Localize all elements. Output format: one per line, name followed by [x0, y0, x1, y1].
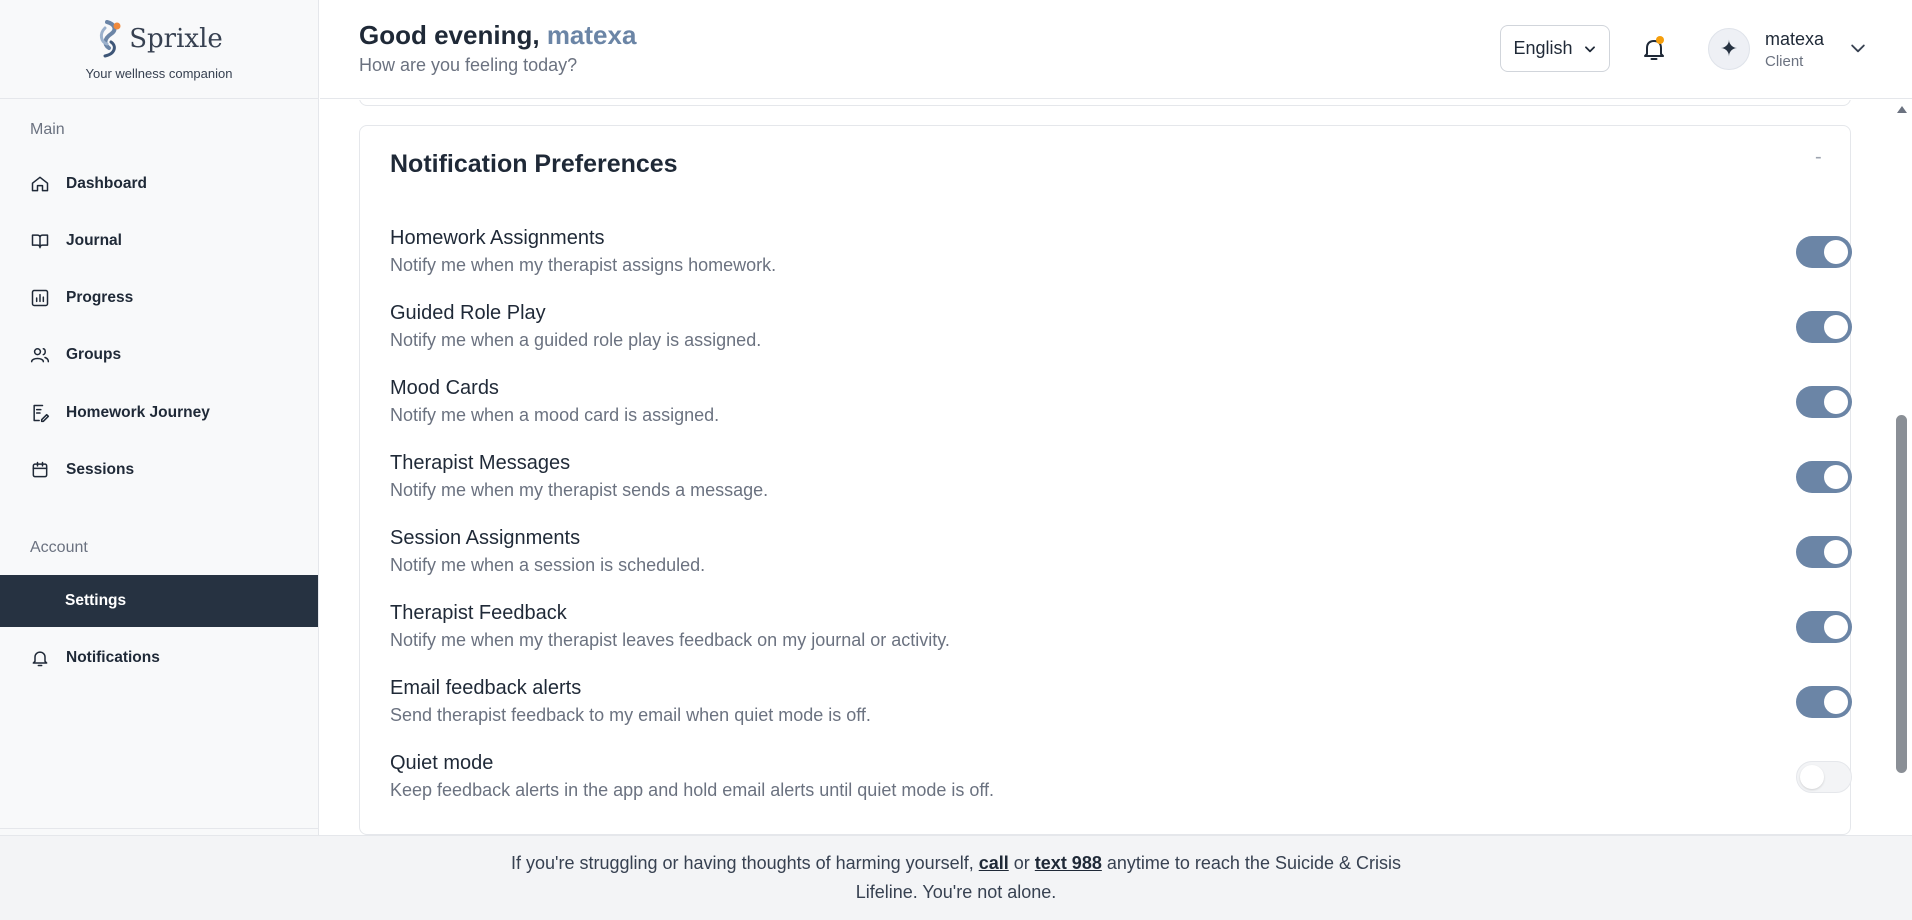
pref-description: Notify me when my therapist leaves feedb…: [390, 630, 950, 650]
pref-description: Notify me when a guided role play is ass…: [390, 330, 762, 350]
sidebar-item-label: Settings: [65, 592, 127, 609]
pref-description: Notify me when my therapist sends a mess…: [390, 480, 769, 500]
language-value: English: [1513, 38, 1573, 58]
pref-title: Session Assignments: [390, 527, 581, 549]
sidebar-item-label: Dashboard: [66, 175, 147, 192]
brand-name: Sprixle: [129, 23, 223, 54]
greeting: Good evening, matexa: [359, 20, 636, 51]
pref-description: Keep feedback alerts in the app and hold…: [390, 780, 995, 800]
pref-guided-role-play: Guided Role Play Notify me when a guided…: [390, 302, 1852, 362]
toggle-email-feedback-alerts[interactable]: [1796, 686, 1852, 718]
pref-title: Homework Assignments: [390, 227, 605, 249]
sidebar-item-label: Groups: [66, 346, 122, 363]
bell-icon: [1644, 36, 1664, 60]
chevron-down-icon: [1584, 45, 1595, 52]
pref-title: Therapist Feedback: [390, 602, 567, 624]
book-icon: [31, 234, 49, 249]
collapse-button[interactable]: -: [1815, 146, 1822, 169]
calendar-icon: [32, 461, 48, 478]
pref-description: Notify me when a session is scheduled.: [390, 555, 706, 575]
bell-icon: [32, 651, 48, 667]
brand-tagline: Your wellness companion: [85, 65, 233, 81]
pref-description: Send therapist feedback to my email when…: [390, 705, 871, 725]
greeting-prefix: Good evening,: [359, 20, 540, 50]
toggle-therapist-messages[interactable]: [1796, 461, 1852, 493]
notification-preferences-card: Notification Preferences - Homework Assi…: [359, 125, 1852, 835]
notifications-button[interactable]: [1638, 33, 1670, 65]
crisis-banner: If you're struggling or having thoughts …: [0, 835, 1912, 920]
sparkle-icon: ✦: [1719, 36, 1739, 61]
user-name[interactable]: matexa: [1765, 29, 1824, 50]
pref-email-feedback-alerts: Email feedback alerts Send therapist fee…: [390, 677, 1852, 737]
crisis-part1: If you're struggling or having thoughts …: [511, 853, 974, 873]
sidebar-item-label: Journal: [66, 232, 122, 249]
toggle-homework-assignments[interactable]: [1796, 236, 1852, 268]
sidebar-item-label: Homework Journey: [66, 404, 210, 421]
sidebar-item-settings[interactable]: Settings: [0, 575, 318, 627]
pref-title: Guided Role Play: [390, 302, 546, 324]
sidebar-item-notifications[interactable]: Notifications: [0, 632, 318, 684]
section-label-main: Main: [30, 121, 65, 138]
brand[interactable]: Sprixle Your wellness companion: [0, 0, 318, 99]
sidebar-item-label: Notifications: [66, 649, 160, 666]
pref-therapist-messages: Therapist Messages Notify me when my the…: [390, 452, 1852, 512]
sidebar-item-sessions[interactable]: Sessions: [0, 444, 318, 496]
pref-title: Therapist Messages: [390, 452, 571, 474]
section-label-account: Account: [30, 539, 88, 556]
sidebar-item-label: Sessions: [66, 461, 135, 478]
toggle-session-assignments[interactable]: [1796, 536, 1852, 568]
pref-mood-cards: Mood Cards Notify me when a mood card is…: [390, 377, 1852, 437]
sidebar-item-label: Progress: [66, 289, 134, 306]
toggle-guided-role-play[interactable]: [1796, 311, 1852, 343]
pref-homework-assignments: Homework Assignments Notify me when my t…: [390, 227, 1852, 287]
users-icon: [30, 348, 50, 363]
sidebar-item-journal[interactable]: Journal: [0, 215, 318, 267]
pref-description: Notify me when my therapist assigns home…: [390, 255, 777, 275]
previous-card: [359, 100, 1851, 106]
text-988-link[interactable]: text 988: [1035, 853, 1102, 873]
scrollbar[interactable]: [1892, 100, 1912, 835]
card-title: Notification Preferences: [390, 150, 678, 178]
language-select[interactable]: English: [1500, 25, 1610, 72]
crisis-text: If you're struggling or having thoughts …: [506, 849, 1406, 907]
pref-session-assignments: Session Assignments Notify me when a ses…: [390, 527, 1852, 587]
notepad-icon: [33, 404, 50, 423]
toggle-therapist-feedback[interactable]: [1796, 611, 1852, 643]
logo-icon: [100, 19, 121, 57]
toggle-quiet-mode[interactable]: [1796, 761, 1852, 793]
sidebar-item-groups[interactable]: Groups: [0, 329, 318, 381]
chart-icon: [31, 289, 49, 307]
sidebar: Sprixle Your wellness companion Main Das…: [0, 0, 319, 920]
sidebar-item-dashboard[interactable]: Dashboard: [0, 158, 318, 210]
sidebar-item-homework-journey[interactable]: Homework Journey: [0, 387, 318, 439]
pref-title: Quiet mode: [390, 752, 494, 774]
pref-therapist-feedback: Therapist Feedback Notify me when my the…: [390, 602, 1852, 662]
call-link[interactable]: call: [979, 853, 1009, 873]
greeting-subtitle: How are you feeling today?: [359, 55, 578, 75]
home-icon: [31, 176, 49, 192]
pref-quiet-mode: Quiet mode Keep feedback alerts in the a…: [390, 752, 1852, 812]
scroll-up-arrow-icon[interactable]: [1897, 106, 1907, 113]
pref-title: Email feedback alerts: [390, 677, 582, 699]
top-header: Good evening, matexa How are you feeling…: [320, 0, 1912, 99]
user-role: Client: [1765, 53, 1804, 70]
toggle-mood-cards[interactable]: [1796, 386, 1852, 418]
greeting-username: matexa: [546, 20, 637, 50]
pref-title: Mood Cards: [390, 377, 499, 399]
scrollbar-thumb[interactable]: [1896, 415, 1907, 773]
crisis-or: or: [1013, 853, 1030, 873]
avatar[interactable]: ✦: [1708, 28, 1750, 70]
pref-description: Notify me when a mood card is assigned.: [390, 405, 720, 425]
chevron-down-icon[interactable]: [1848, 38, 1868, 58]
main-content: Notification Preferences - Homework Assi…: [320, 100, 1892, 835]
sidebar-item-progress[interactable]: Progress: [0, 272, 318, 324]
